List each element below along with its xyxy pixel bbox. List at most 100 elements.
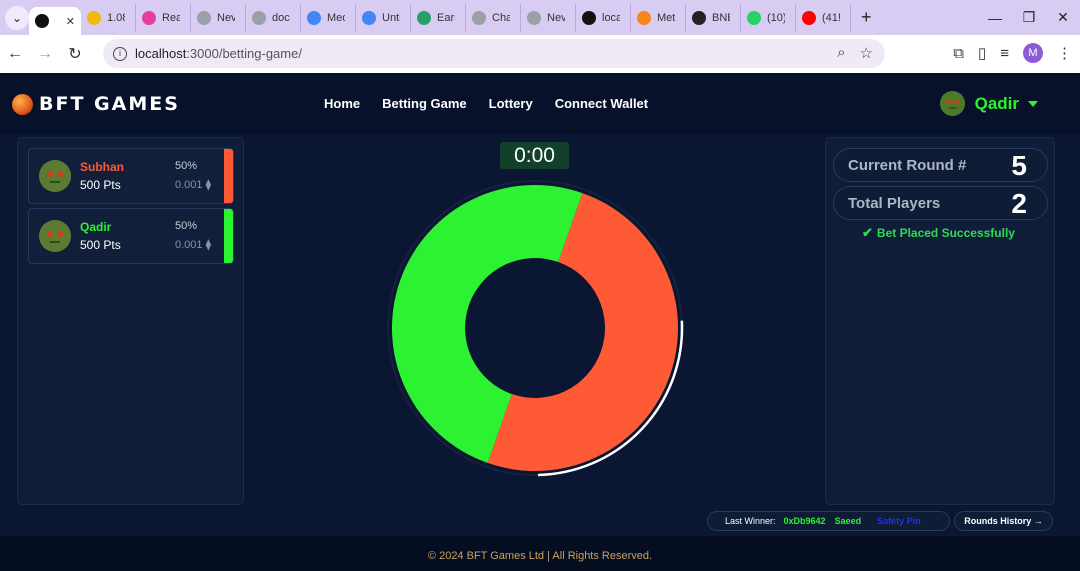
main-nav: Home Betting Game Lottery Connect Wallet (324, 96, 648, 111)
stat-label: Total Players (848, 195, 941, 212)
nav-connect-wallet[interactable]: Connect Wallet (555, 96, 648, 111)
player-points: 500 Pts (80, 238, 121, 252)
user-avatar (939, 91, 965, 116)
browser-tab-strip: ⌄ ✕ 1.08 Rea Nev doc Med Unti Earr Cha Nev loca Me… (0, 0, 1080, 35)
media-controls-icon[interactable]: ≡ (1000, 45, 1009, 62)
tab-favicon-icon (252, 10, 266, 25)
tab-title: Rea (162, 11, 180, 24)
ethereum-icon: ⧫ (202, 179, 212, 191)
new-tab-button[interactable]: + (861, 7, 872, 28)
tab-favicon-icon (802, 10, 816, 25)
tab-favicon-icon (747, 10, 761, 25)
tab-list: 1.08 Rea Nev doc Med Unti Earr Cha Nev loca Met BNE… (81, 3, 851, 32)
browser-tab[interactable]: (10) (741, 3, 796, 32)
player-amount: 0.001 ⧫ (175, 238, 211, 251)
reload-icon[interactable]: ↻ (60, 44, 90, 64)
player-amount-value: 0.001 (175, 179, 203, 191)
tab-title: loca (602, 11, 620, 24)
tab-favicon-icon (417, 10, 431, 25)
player-amount: 0.001 ⧫ (175, 178, 211, 191)
browser-tab[interactable]: Unti (356, 3, 411, 32)
bet-success-message: ✔ Bet Placed Successfully (862, 225, 1015, 241)
winner-address[interactable]: 0xDb9642 (784, 516, 826, 526)
address-bar[interactable]: i localhost:3000/betting-game/ ⌕ ☆ (103, 39, 885, 68)
current-round-stat: Current Round # 5 (833, 148, 1048, 182)
user-name: Qadir (974, 93, 1019, 113)
tab-title: doc (272, 11, 290, 24)
tab-search-button[interactable]: ⌄ (5, 5, 29, 30)
tab-favicon-icon (472, 10, 486, 25)
nav-home[interactable]: Home (324, 96, 360, 111)
browser-tab[interactable]: loca (576, 3, 631, 32)
browser-tab[interactable]: Nev (521, 3, 576, 32)
tab-title: Earr (437, 11, 455, 24)
tab-favicon-icon (307, 10, 321, 25)
player-avatar (39, 220, 71, 252)
stat-value: 5 (1011, 150, 1027, 181)
tab-title: Nev (547, 11, 565, 24)
player-avatar (39, 160, 71, 192)
browser-tab[interactable]: BNE (686, 3, 741, 32)
tab-title: 1.08 (107, 11, 125, 24)
profile-avatar[interactable]: M (1023, 43, 1043, 63)
tab-favicon-icon (87, 10, 101, 25)
minimize-icon[interactable]: — (978, 10, 1012, 26)
tab-title: Med (327, 11, 345, 24)
url-host: localhost (135, 46, 187, 61)
forward-icon[interactable]: → (30, 45, 60, 63)
chevron-down-icon (1028, 100, 1038, 107)
tab-favicon-icon (527, 10, 541, 25)
player-points: 500 Pts (80, 178, 121, 192)
tab-favicon-icon (362, 10, 376, 25)
browser-tab[interactable]: Med (301, 3, 356, 32)
tab-active[interactable]: ✕ (29, 7, 81, 35)
last-winner-label: Last Winner: (725, 516, 776, 526)
nav-lottery[interactable]: Lottery (489, 96, 533, 111)
ethereum-icon: ⧫ (202, 239, 212, 251)
tab-favicon-icon (692, 10, 706, 25)
browser-tab[interactable]: Cha (466, 3, 521, 32)
app-favicon-icon (35, 14, 49, 28)
player-name: Qadir (80, 220, 112, 234)
tab-close-icon[interactable]: ✕ (66, 15, 75, 28)
menu-kebab-icon[interactable]: ⋮ (1057, 44, 1072, 62)
browser-tab[interactable]: (41! (796, 3, 851, 32)
globe-logo-icon (12, 93, 33, 115)
url-path: :3000/betting-game/ (186, 46, 302, 61)
browser-tab[interactable]: Rea (136, 3, 191, 32)
rounds-history-button[interactable]: Rounds History → (954, 511, 1053, 531)
player-color-bar (224, 149, 233, 203)
reading-mode-icon[interactable]: ▯ (978, 44, 986, 62)
browser-tab[interactable]: Met (631, 3, 686, 32)
stat-label: Current Round # (848, 157, 967, 174)
bookmark-star-icon[interactable]: ☆ (860, 44, 873, 62)
footer: © 2024 BFT Games Ltd | All Rights Reserv… (0, 536, 1080, 571)
player-color-bar (224, 209, 233, 263)
nav-betting-game[interactable]: Betting Game (382, 96, 467, 111)
last-winner-bar: Last Winner: 0xDb9642 Saeed Safety Pin (707, 511, 950, 531)
player-card: Subhan 500 Pts 50% 0.001 ⧫ (28, 148, 234, 204)
browser-tab[interactable]: doc (246, 3, 301, 32)
browser-tab[interactable]: Nev (191, 3, 246, 32)
brand-logo[interactable]: BFT GAMES (12, 93, 180, 115)
close-window-icon[interactable]: ✕ (1046, 9, 1080, 26)
window-controls: — ❐ ✕ (978, 0, 1080, 35)
tab-title: BNE (712, 11, 730, 24)
game-area: Subhan 500 Pts 50% 0.001 ⧫ Qadir 500 Pts… (0, 134, 1080, 536)
player-percent: 50% (175, 220, 198, 232)
winner-name: Saeed (834, 516, 862, 526)
zoom-icon[interactable]: ⌕ (837, 44, 845, 62)
browser-tab[interactable]: 1.08 (81, 3, 136, 32)
tab-title: Nev (217, 11, 235, 24)
user-menu[interactable]: Qadir (939, 91, 1038, 116)
browser-tab[interactable]: Earr (411, 3, 466, 32)
stat-value: 2 (1011, 188, 1027, 219)
back-icon[interactable]: ← (0, 45, 30, 63)
tab-title: (10) (767, 11, 785, 24)
extensions-icon[interactable]: ⧉ (953, 45, 964, 62)
round-info-panel: Current Round # 5 Total Players 2 ✔ Bet … (825, 137, 1055, 505)
site-info-icon[interactable]: i (113, 46, 127, 61)
restore-icon[interactable]: ❐ (1012, 9, 1046, 26)
player-amount-value: 0.001 (175, 239, 203, 251)
player-percent: 50% (175, 160, 198, 172)
